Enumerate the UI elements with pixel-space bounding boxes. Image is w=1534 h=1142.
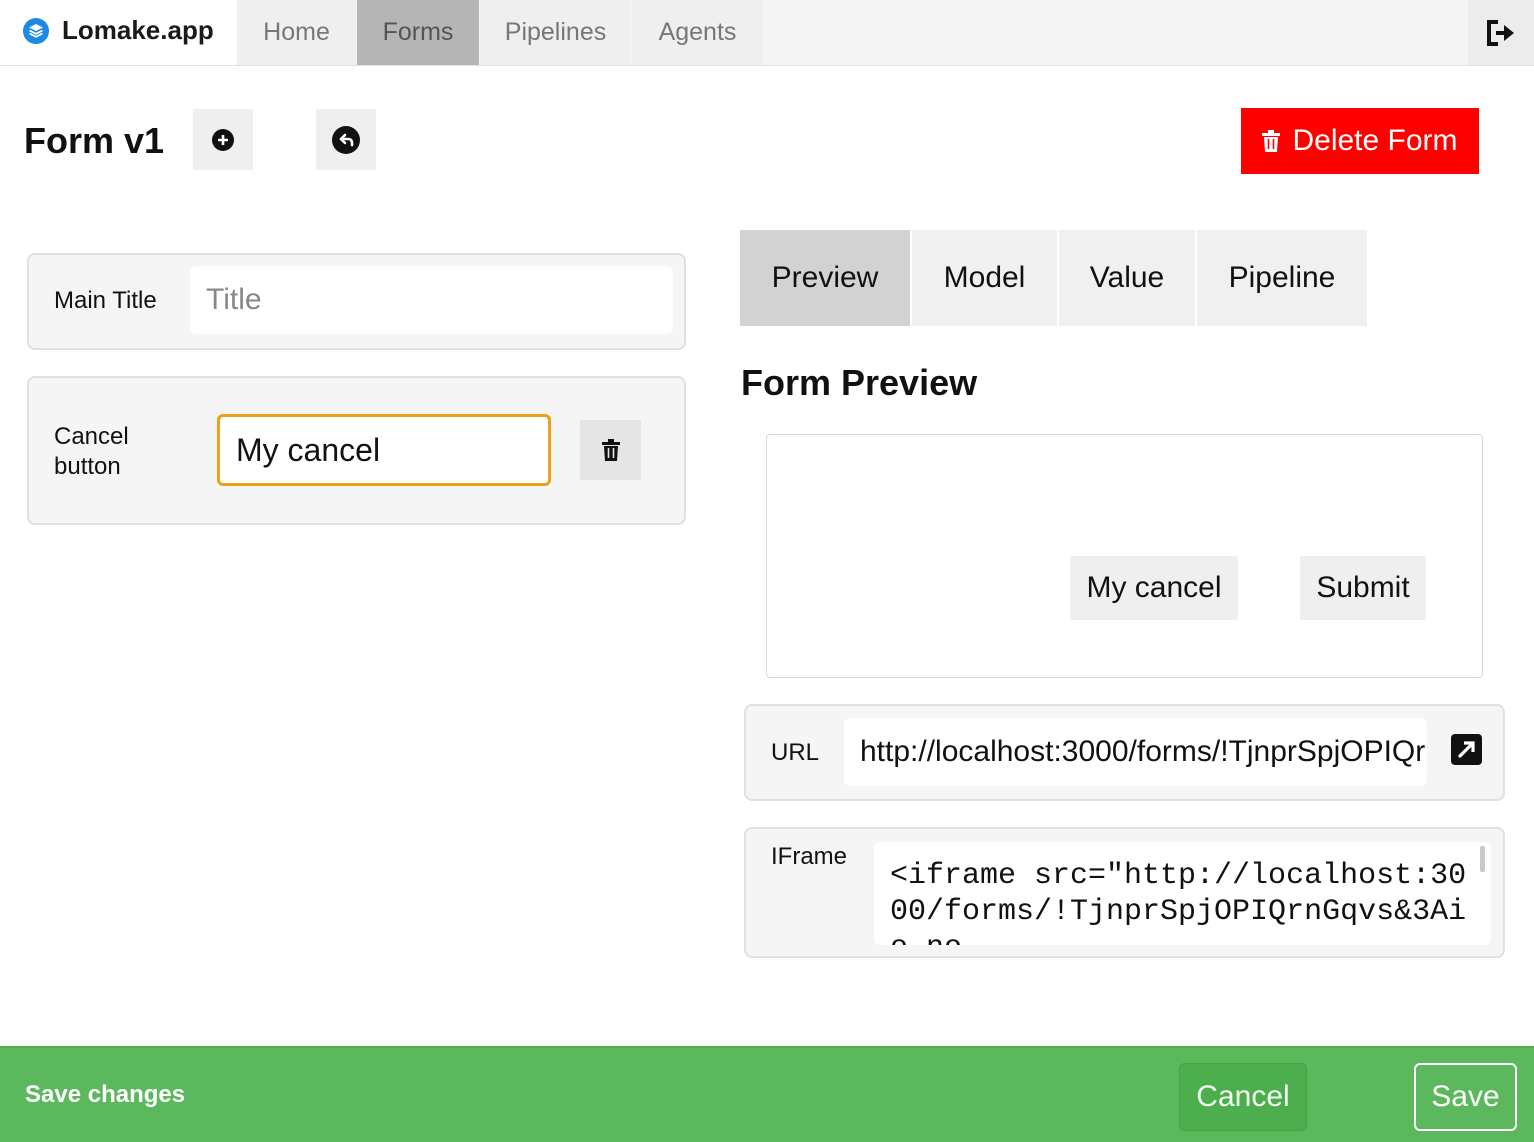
nav-tab-pipelines[interactable]: Pipelines bbox=[480, 0, 631, 65]
brand[interactable]: Lomake.app bbox=[0, 0, 237, 65]
save-changes-message: Save changes bbox=[25, 1081, 186, 1108]
delete-form-label: Delete Form bbox=[1292, 124, 1458, 157]
iframe-label: IFrame bbox=[771, 843, 848, 870]
stack-layers-icon bbox=[23, 18, 49, 44]
cancel-button-input[interactable]: My cancel bbox=[217, 414, 551, 486]
iframe-code-textarea[interactable]: <iframe src="http://localhost:3000/forms… bbox=[874, 842, 1491, 945]
cancel-button[interactable]: Cancel bbox=[1179, 1063, 1307, 1131]
add-field-button[interactable] bbox=[193, 109, 253, 170]
tab-value[interactable]: Value bbox=[1059, 230, 1195, 326]
brand-name: Lomake.app bbox=[62, 15, 214, 45]
url-value: http://localhost:3000/forms/!TjnprSpjOPI… bbox=[860, 735, 1427, 768]
url-field[interactable]: http://localhost:3000/forms/!TjnprSpjOPI… bbox=[844, 718, 1427, 786]
iframe-scrollbar[interactable] bbox=[1480, 846, 1485, 872]
delete-field-button[interactable] bbox=[580, 420, 641, 480]
main-title-placeholder: Title bbox=[206, 283, 262, 316]
preview-cancel-button[interactable]: My cancel bbox=[1070, 556, 1238, 620]
save-button[interactable]: Save bbox=[1414, 1063, 1517, 1131]
tab-preview[interactable]: Preview bbox=[740, 230, 910, 326]
trash-icon bbox=[1262, 130, 1281, 152]
cancel-button-label-line1: Cancel bbox=[54, 423, 129, 450]
main-title-label: Main Title bbox=[54, 287, 157, 314]
preview-submit-button[interactable]: Submit bbox=[1300, 556, 1426, 620]
iframe-code-value: <iframe src="http://localhost:3000/forms… bbox=[890, 859, 1467, 945]
cancel-button-label-line2: button bbox=[54, 453, 121, 480]
trash-icon bbox=[601, 439, 620, 461]
main-title-input[interactable]: Title bbox=[190, 266, 673, 334]
cancel-button-label: Cancel button bbox=[54, 422, 129, 482]
external-link-icon[interactable] bbox=[1451, 734, 1482, 765]
logout-button[interactable] bbox=[1468, 0, 1534, 65]
form-preview-title: Form Preview bbox=[741, 362, 978, 403]
nav-tab-forms[interactable]: Forms bbox=[357, 0, 479, 65]
nav-tab-agents[interactable]: Agents bbox=[632, 0, 763, 65]
page-title: Form v1 bbox=[24, 120, 165, 161]
tab-model[interactable]: Model bbox=[912, 230, 1057, 326]
logout-icon bbox=[1487, 19, 1514, 46]
nav-tab-home[interactable]: Home bbox=[237, 0, 356, 65]
tab-pipeline[interactable]: Pipeline bbox=[1197, 230, 1367, 326]
undo-button[interactable] bbox=[316, 109, 376, 170]
plus-circle-icon bbox=[212, 128, 234, 151]
url-label: URL bbox=[771, 739, 820, 766]
cancel-button-value: My cancel bbox=[236, 431, 381, 468]
undo-circle-icon bbox=[332, 125, 360, 154]
top-navbar: Lomake.app Home Forms Pipelines Agents bbox=[0, 0, 1534, 66]
delete-form-button[interactable]: Delete Form bbox=[1241, 108, 1479, 174]
